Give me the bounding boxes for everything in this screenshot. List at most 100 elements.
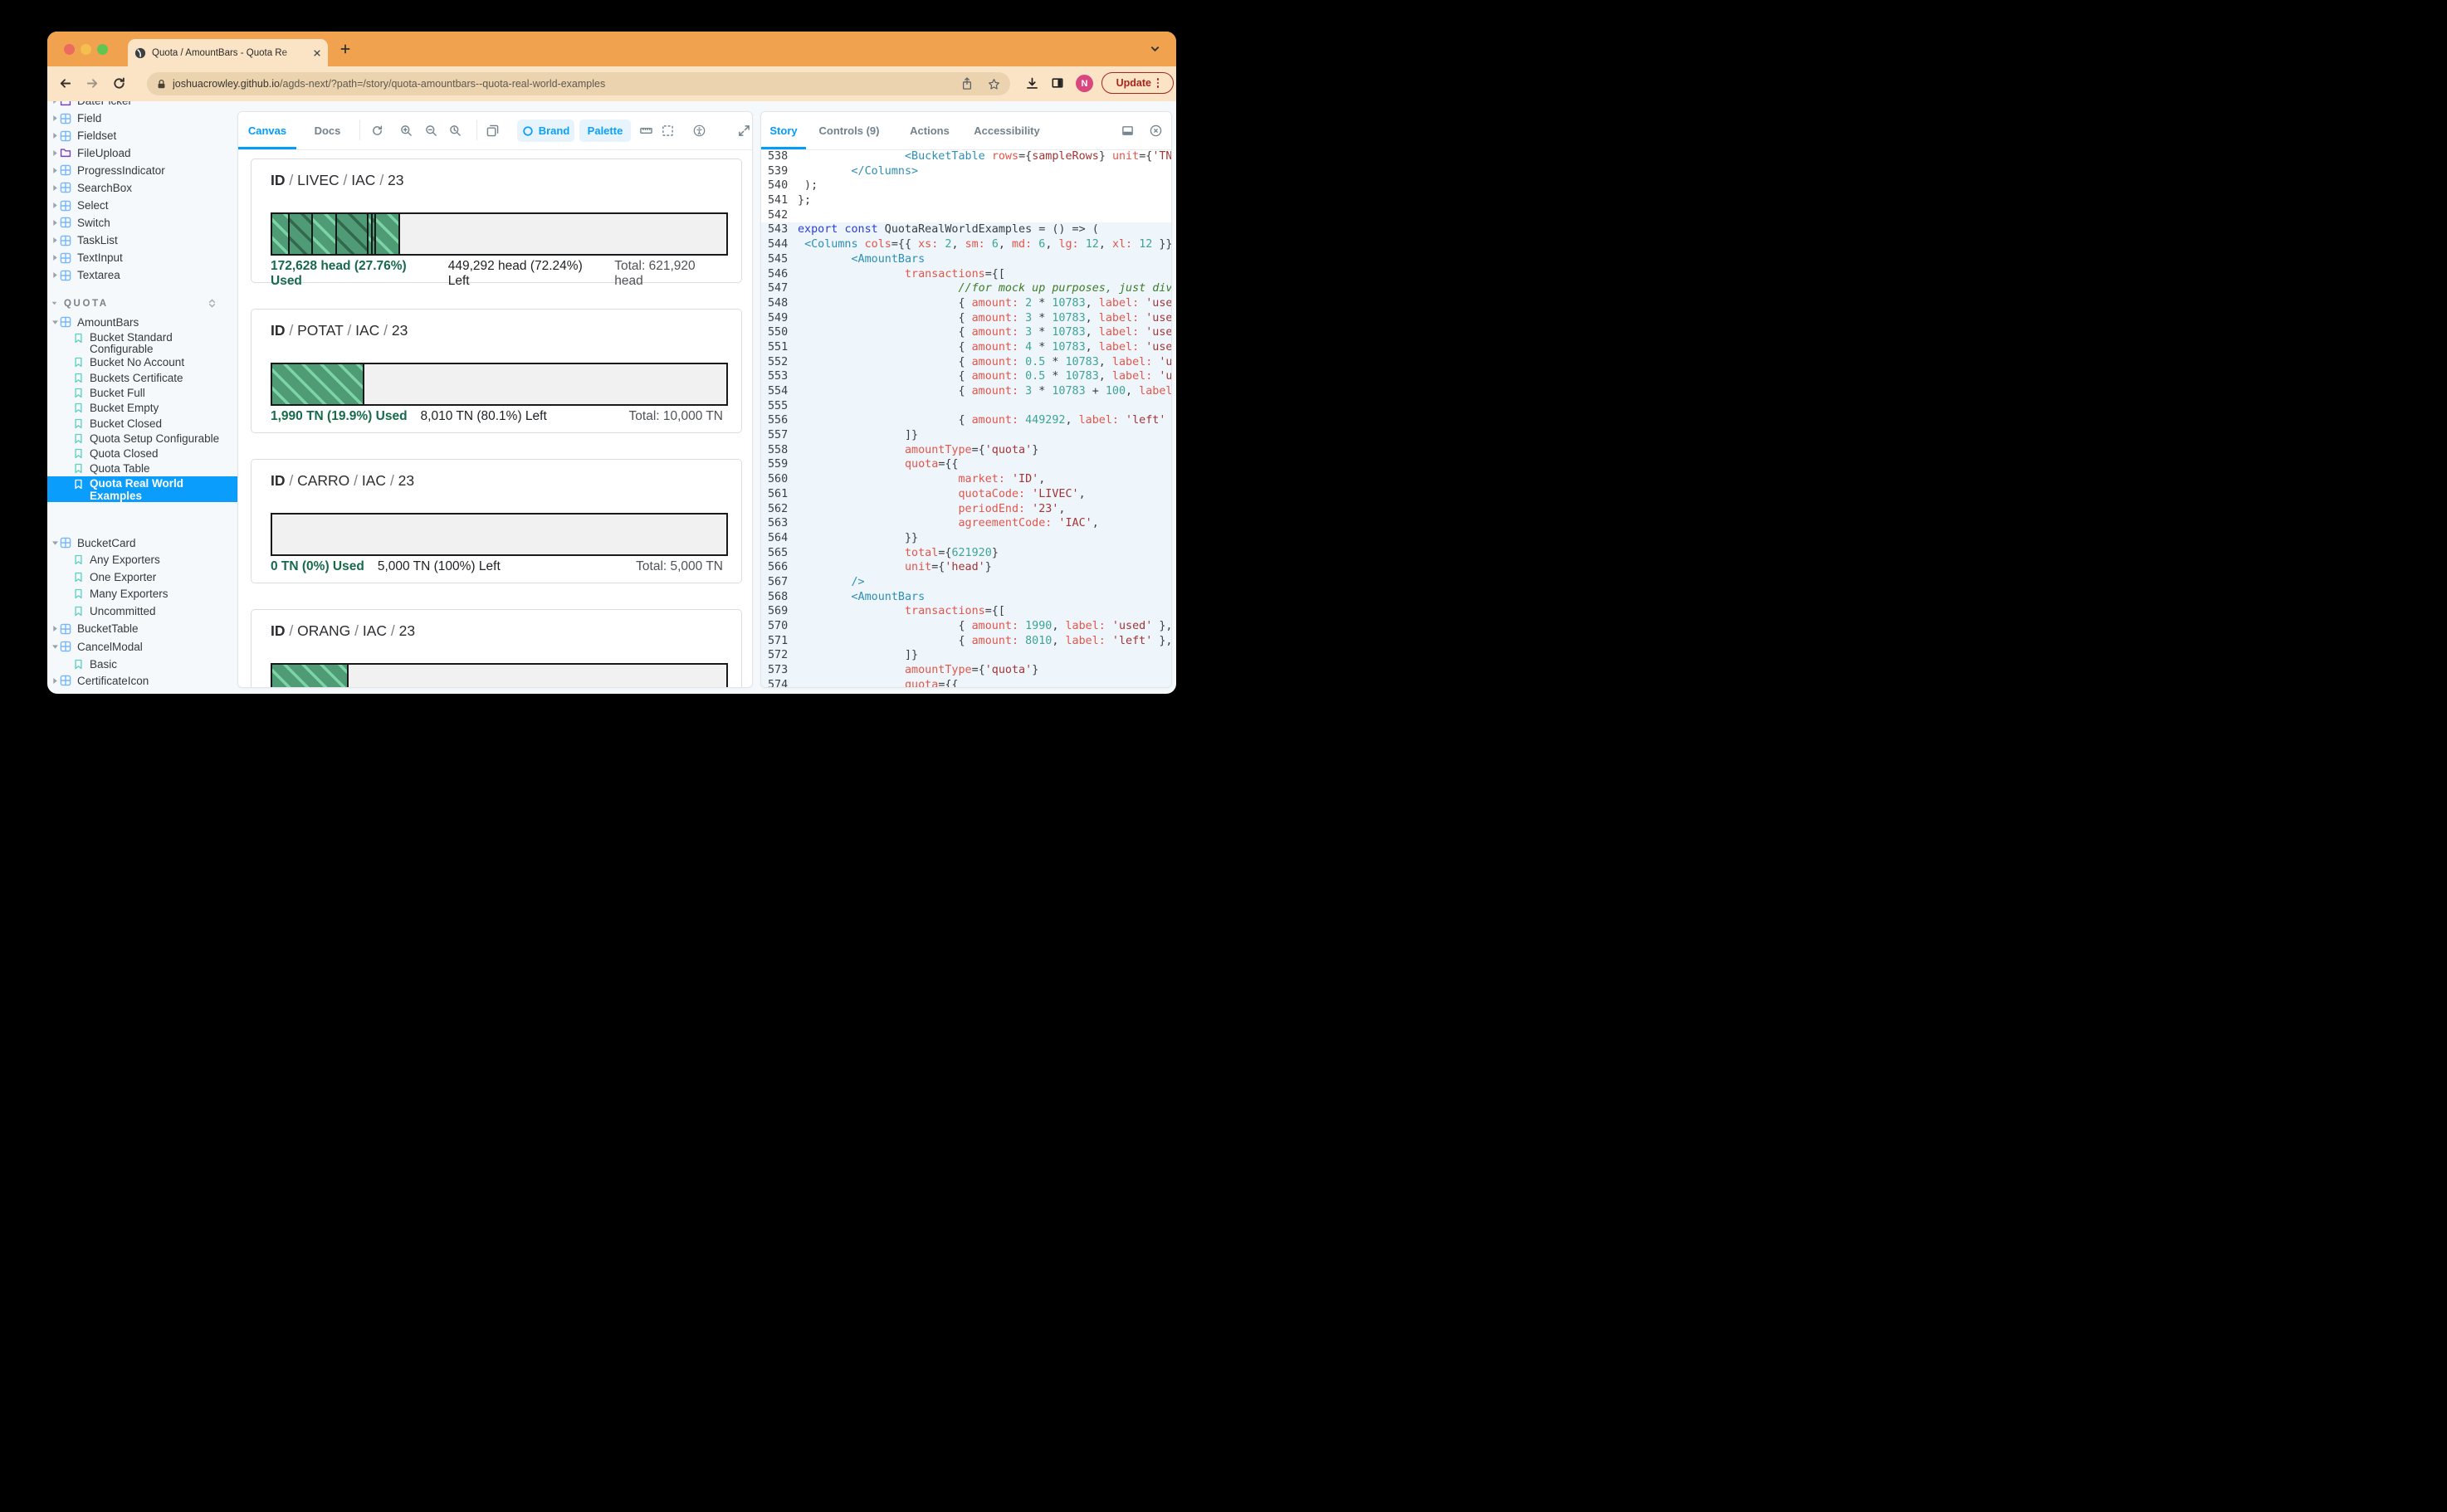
caret-right-icon[interactable]: [50, 625, 60, 632]
sidebar-item-field[interactable]: Field: [47, 110, 245, 127]
sidebar-item-progressindicator[interactable]: ProgressIndicator: [47, 162, 245, 179]
sidebar-item-datepicker[interactable]: DatePicker: [47, 101, 245, 110]
caret-right-icon[interactable]: [50, 271, 60, 279]
sidebar-item-label: FileUpload: [77, 147, 131, 159]
sidebar-item-certificateicon[interactable]: CertificateIcon: [47, 672, 245, 690]
caret-right-icon[interactable]: [50, 677, 60, 685]
story-label: Bucket No Account: [90, 356, 184, 368]
ruler-icon[interactable]: [640, 124, 652, 137]
profile-avatar[interactable]: N: [1076, 75, 1093, 92]
caret-right-icon[interactable]: [50, 149, 60, 157]
palette-label: Palette: [588, 124, 623, 137]
line-number: 548: [761, 296, 798, 311]
sidebar-item-cancelmodal[interactable]: CancelModal: [47, 638, 245, 656]
panel-position-icon[interactable]: [1121, 124, 1134, 137]
used-stat: 0 TN (0%) Used: [271, 559, 364, 574]
bookmark-icon: [73, 373, 84, 383]
code-line-538: 538 <BucketTable rows={sampleRows} unit=…: [761, 149, 1171, 164]
caret-right-icon[interactable]: [50, 254, 60, 261]
sidebar-story-many-exporters[interactable]: Many Exporters: [47, 585, 245, 602]
caret-right-icon[interactable]: [50, 219, 60, 227]
sidebar-item-bucketcard[interactable]: BucketCard: [47, 534, 245, 552]
zoom-in-icon[interactable]: [400, 124, 413, 137]
close-tab-icon[interactable]: [313, 49, 321, 57]
browser-tab[interactable]: Quota / AmountBars - Quota Re: [128, 39, 328, 66]
share-icon[interactable]: [961, 77, 973, 90]
menu-kebab-icon[interactable]: [1157, 78, 1160, 88]
forward-icon[interactable]: [85, 76, 100, 90]
addon-tab-controls[interactable]: Controls (9): [813, 112, 886, 149]
sidebar-item-tasklist[interactable]: TaskList: [47, 232, 245, 249]
sidebar-story-one-exporter[interactable]: One Exporter: [47, 568, 245, 586]
addon-tab-accessibility[interactable]: Accessibility: [969, 112, 1045, 149]
caret-right-icon[interactable]: [50, 101, 60, 105]
palette-button[interactable]: Palette: [579, 119, 631, 142]
caret-down-icon[interactable]: [50, 540, 60, 546]
close-window-button[interactable]: [64, 44, 75, 55]
refresh-icon[interactable]: [371, 124, 383, 137]
close-panel-icon[interactable]: [1150, 124, 1162, 137]
sidebar-item-fieldset[interactable]: Fieldset: [47, 127, 245, 144]
maximize-window-button[interactable]: [97, 44, 108, 55]
sidebar-item-buckettable[interactable]: BucketTable: [47, 620, 245, 637]
sidebar-story-quota-table[interactable]: Quota Table: [47, 460, 245, 477]
caret-right-icon: [52, 271, 58, 279]
back-icon[interactable]: [58, 76, 72, 90]
bookmark-star-icon[interactable]: [988, 78, 1000, 90]
sidebar-item-switch[interactable]: Switch: [47, 214, 245, 232]
tab-docs[interactable]: Docs: [305, 112, 350, 149]
sidebar-story-basic[interactable]: Basic: [47, 656, 245, 673]
backgrounds-icon[interactable]: [486, 124, 499, 137]
zoom-out-icon[interactable]: [425, 124, 437, 137]
code-line-568: 568 <AmountBars: [761, 590, 1171, 605]
caret-right-icon[interactable]: [50, 184, 60, 192]
tab-list-chevron-icon[interactable]: [1149, 42, 1161, 55]
reset-zoom-icon[interactable]: [449, 124, 462, 137]
sidebar-item-fileupload[interactable]: FileUpload: [47, 144, 245, 162]
line-number: 544: [761, 237, 798, 252]
caret-right-icon[interactable]: [50, 132, 60, 139]
sidebar-story-quota-real-world-examples[interactable]: Quota Real WorldExamples: [47, 476, 245, 502]
brand-theme-button[interactable]: Brand: [517, 119, 574, 142]
line-number: 573: [761, 663, 798, 678]
sidebar-item-searchbox[interactable]: SearchBox: [47, 179, 245, 197]
caret-right-icon[interactable]: [50, 202, 60, 209]
caret-down-icon[interactable]: [50, 644, 60, 650]
side-panel-icon[interactable]: [1052, 77, 1063, 89]
caret-right-icon: [52, 677, 58, 685]
caret-right-icon[interactable]: [50, 237, 60, 244]
code-line-564: 564 }}: [761, 531, 1171, 546]
sidebar-story-uncommitted[interactable]: Uncommitted: [47, 602, 245, 620]
minimize-window-button[interactable]: [81, 44, 91, 55]
addon-tab-story[interactable]: Story: [761, 112, 806, 149]
caret-down-icon[interactable]: [50, 319, 60, 325]
expand-all-icon[interactable]: [207, 298, 217, 309]
line-number: 568: [761, 590, 798, 605]
new-tab-button[interactable]: [339, 43, 351, 55]
caret-right-icon[interactable]: [50, 115, 60, 122]
outline-icon[interactable]: [662, 124, 674, 137]
story-source-code[interactable]: 538 <BucketTable rows={sampleRows} unit=…: [761, 149, 1171, 688]
url-bar[interactable]: joshuacrowley.github.io/agds-next/?path=…: [147, 72, 1010, 95]
line-number: 539: [761, 164, 798, 179]
sidebar-story-bucket-standard-configurable[interactable]: Bucket StandardConfigurable: [47, 330, 245, 356]
caret-right-icon[interactable]: [50, 167, 60, 174]
sidebar-item-textinput[interactable]: TextInput: [47, 249, 245, 266]
tab-canvas[interactable]: Canvas: [238, 112, 296, 149]
sidebar-item-amountbars[interactable]: AmountBars: [47, 314, 245, 331]
accessibility-icon[interactable]: [693, 124, 706, 137]
addon-tab-actions[interactable]: Actions: [904, 112, 955, 149]
story-label: Many Exporters: [90, 588, 169, 600]
caret-right-icon: [52, 202, 58, 209]
used-segment: [272, 214, 288, 254]
sidebar-section-header-quota[interactable]: QUOTA: [47, 294, 245, 314]
downloads-icon[interactable]: [1026, 77, 1038, 90]
sidebar-item-select[interactable]: Select: [47, 197, 245, 214]
sidebar-item-label: DatePicker: [77, 101, 132, 107]
sidebar-story-any-exporters[interactable]: Any Exporters: [47, 551, 245, 568]
code-line-565: 565 total={621920}: [761, 546, 1171, 561]
fullscreen-icon[interactable]: [738, 124, 750, 137]
sidebar-item-textarea[interactable]: Textarea: [47, 266, 245, 284]
reload-icon[interactable]: [112, 76, 126, 90]
update-button[interactable]: Update: [1101, 72, 1174, 94]
